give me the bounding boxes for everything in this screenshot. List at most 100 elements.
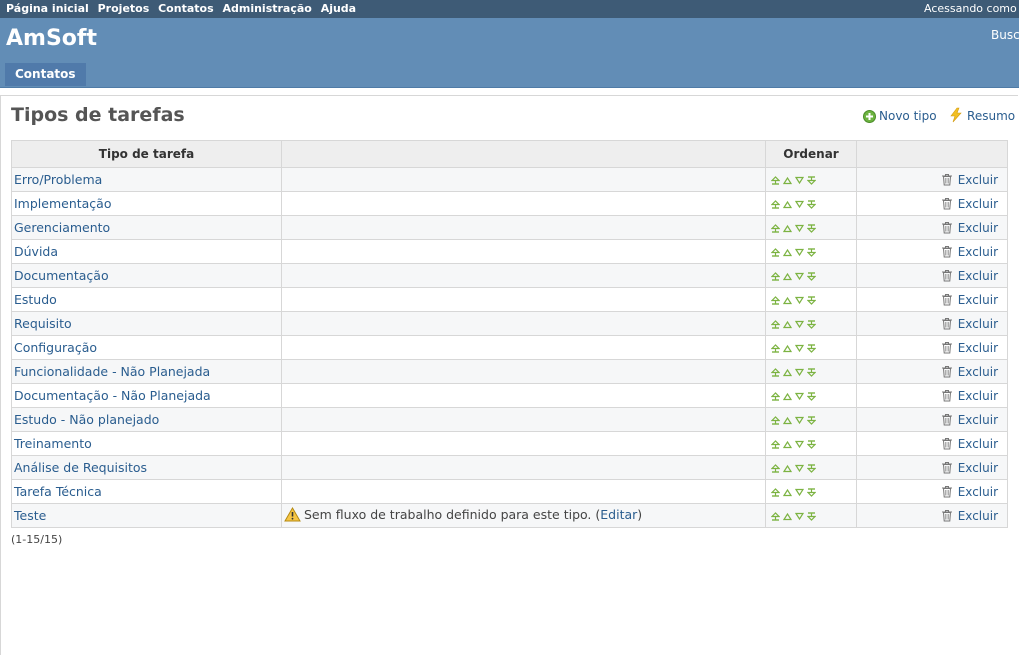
move-bottom-icon[interactable]: [806, 388, 819, 403]
move-up-icon[interactable]: [782, 412, 795, 427]
move-top-icon[interactable]: [770, 460, 783, 475]
move-down-icon[interactable]: [794, 268, 807, 283]
move-up-icon[interactable]: [782, 436, 795, 451]
column-header-type[interactable]: Tipo de tarefa: [11, 140, 282, 168]
top-menu-help-link[interactable]: Ajuda: [321, 2, 356, 15]
delete-link[interactable]: Excluir: [941, 173, 998, 187]
move-bottom-icon[interactable]: [806, 268, 819, 283]
move-down-icon[interactable]: [794, 364, 807, 379]
move-top-icon[interactable]: [770, 172, 783, 187]
top-menu-projects-link[interactable]: Projetos: [98, 2, 150, 15]
summary-link[interactable]: Resumo: [948, 107, 1015, 123]
move-bottom-icon[interactable]: [806, 220, 819, 235]
move-bottom-icon[interactable]: [806, 412, 819, 427]
move-top-icon[interactable]: [770, 412, 783, 427]
move-up-icon[interactable]: [782, 172, 795, 187]
move-bottom-icon[interactable]: [806, 292, 819, 307]
move-up-icon[interactable]: [782, 340, 795, 355]
type-name-link[interactable]: Tarefa Técnica: [14, 484, 102, 499]
move-down-icon[interactable]: [794, 316, 807, 331]
move-up-icon[interactable]: [782, 484, 795, 499]
move-bottom-icon[interactable]: [806, 436, 819, 451]
move-bottom-icon[interactable]: [806, 172, 819, 187]
move-up-icon[interactable]: [782, 220, 795, 235]
move-bottom-icon[interactable]: [806, 484, 819, 499]
type-name-link[interactable]: Configuração: [14, 340, 97, 355]
move-down-icon[interactable]: [794, 292, 807, 307]
type-name-link[interactable]: Dúvida: [14, 244, 58, 259]
move-down-icon[interactable]: [794, 244, 807, 259]
move-down-icon[interactable]: [794, 436, 807, 451]
move-up-icon[interactable]: [782, 292, 795, 307]
delete-link[interactable]: Excluir: [941, 221, 998, 235]
move-top-icon[interactable]: [770, 508, 783, 523]
move-bottom-icon[interactable]: [806, 364, 819, 379]
move-up-icon[interactable]: [782, 460, 795, 475]
delete-link[interactable]: Excluir: [941, 293, 998, 307]
move-top-icon[interactable]: [770, 484, 783, 499]
move-down-icon[interactable]: [794, 340, 807, 355]
move-top-icon[interactable]: [770, 268, 783, 283]
move-down-icon[interactable]: [794, 508, 807, 523]
move-top-icon[interactable]: [770, 388, 783, 403]
delete-link[interactable]: Excluir: [941, 317, 998, 331]
move-down-icon[interactable]: [794, 196, 807, 211]
move-down-icon[interactable]: [794, 484, 807, 499]
type-name-link[interactable]: Estudo - Não planejado: [14, 412, 159, 427]
type-name-link[interactable]: Documentação: [14, 268, 109, 283]
delete-link[interactable]: Excluir: [941, 461, 998, 475]
type-name-link[interactable]: Estudo: [14, 292, 57, 307]
delete-link[interactable]: Excluir: [941, 437, 998, 451]
top-menu-admin-link[interactable]: Administração: [222, 2, 311, 15]
tab-contatos[interactable]: Contatos: [5, 63, 86, 86]
type-name-link[interactable]: Documentação - Não Planejada: [14, 388, 211, 403]
delete-link[interactable]: Excluir: [941, 197, 998, 211]
move-up-icon[interactable]: [782, 244, 795, 259]
move-up-icon[interactable]: [782, 316, 795, 331]
delete-link[interactable]: Excluir: [941, 269, 998, 283]
move-up-icon[interactable]: [782, 196, 795, 211]
move-down-icon[interactable]: [794, 460, 807, 475]
delete-link[interactable]: Excluir: [941, 341, 998, 355]
move-bottom-icon[interactable]: [806, 460, 819, 475]
type-name-link[interactable]: Análise de Requisitos: [14, 460, 147, 475]
type-name-link[interactable]: Teste: [14, 508, 46, 523]
move-top-icon[interactable]: [770, 316, 783, 331]
move-bottom-icon[interactable]: [806, 244, 819, 259]
move-up-icon[interactable]: [782, 508, 795, 523]
delete-link[interactable]: Excluir: [941, 389, 998, 403]
move-bottom-icon[interactable]: [806, 340, 819, 355]
move-top-icon[interactable]: [770, 340, 783, 355]
move-top-icon[interactable]: [770, 292, 783, 307]
type-name-link[interactable]: Erro/Problema: [14, 172, 102, 187]
move-bottom-icon[interactable]: [806, 508, 819, 523]
move-down-icon[interactable]: [794, 388, 807, 403]
type-name-link[interactable]: Funcionalidade - Não Planejada: [14, 364, 210, 379]
top-menu-contacts-link[interactable]: Contatos: [158, 2, 214, 15]
move-top-icon[interactable]: [770, 244, 783, 259]
type-name-link[interactable]: Implementação: [14, 196, 112, 211]
move-down-icon[interactable]: [794, 412, 807, 427]
move-up-icon[interactable]: [782, 364, 795, 379]
move-top-icon[interactable]: [770, 220, 783, 235]
type-name-link[interactable]: Requisito: [14, 316, 72, 331]
move-top-icon[interactable]: [770, 196, 783, 211]
new-type-link[interactable]: Novo tipo: [863, 109, 940, 123]
move-down-icon[interactable]: [794, 172, 807, 187]
delete-link[interactable]: Excluir: [941, 365, 998, 379]
move-up-icon[interactable]: [782, 268, 795, 283]
move-bottom-icon[interactable]: [806, 316, 819, 331]
delete-link[interactable]: Excluir: [941, 245, 998, 259]
delete-link[interactable]: Excluir: [941, 485, 998, 499]
delete-link[interactable]: Excluir: [941, 509, 998, 523]
move-down-icon[interactable]: [794, 220, 807, 235]
move-top-icon[interactable]: [770, 364, 783, 379]
type-name-link[interactable]: Treinamento: [14, 436, 92, 451]
move-top-icon[interactable]: [770, 436, 783, 451]
edit-workflow-link[interactable]: Editar: [600, 507, 637, 522]
delete-link[interactable]: Excluir: [941, 413, 998, 427]
top-menu-home-link[interactable]: Página inicial: [6, 2, 89, 15]
move-up-icon[interactable]: [782, 388, 795, 403]
move-bottom-icon[interactable]: [806, 196, 819, 211]
type-name-link[interactable]: Gerenciamento: [14, 220, 110, 235]
